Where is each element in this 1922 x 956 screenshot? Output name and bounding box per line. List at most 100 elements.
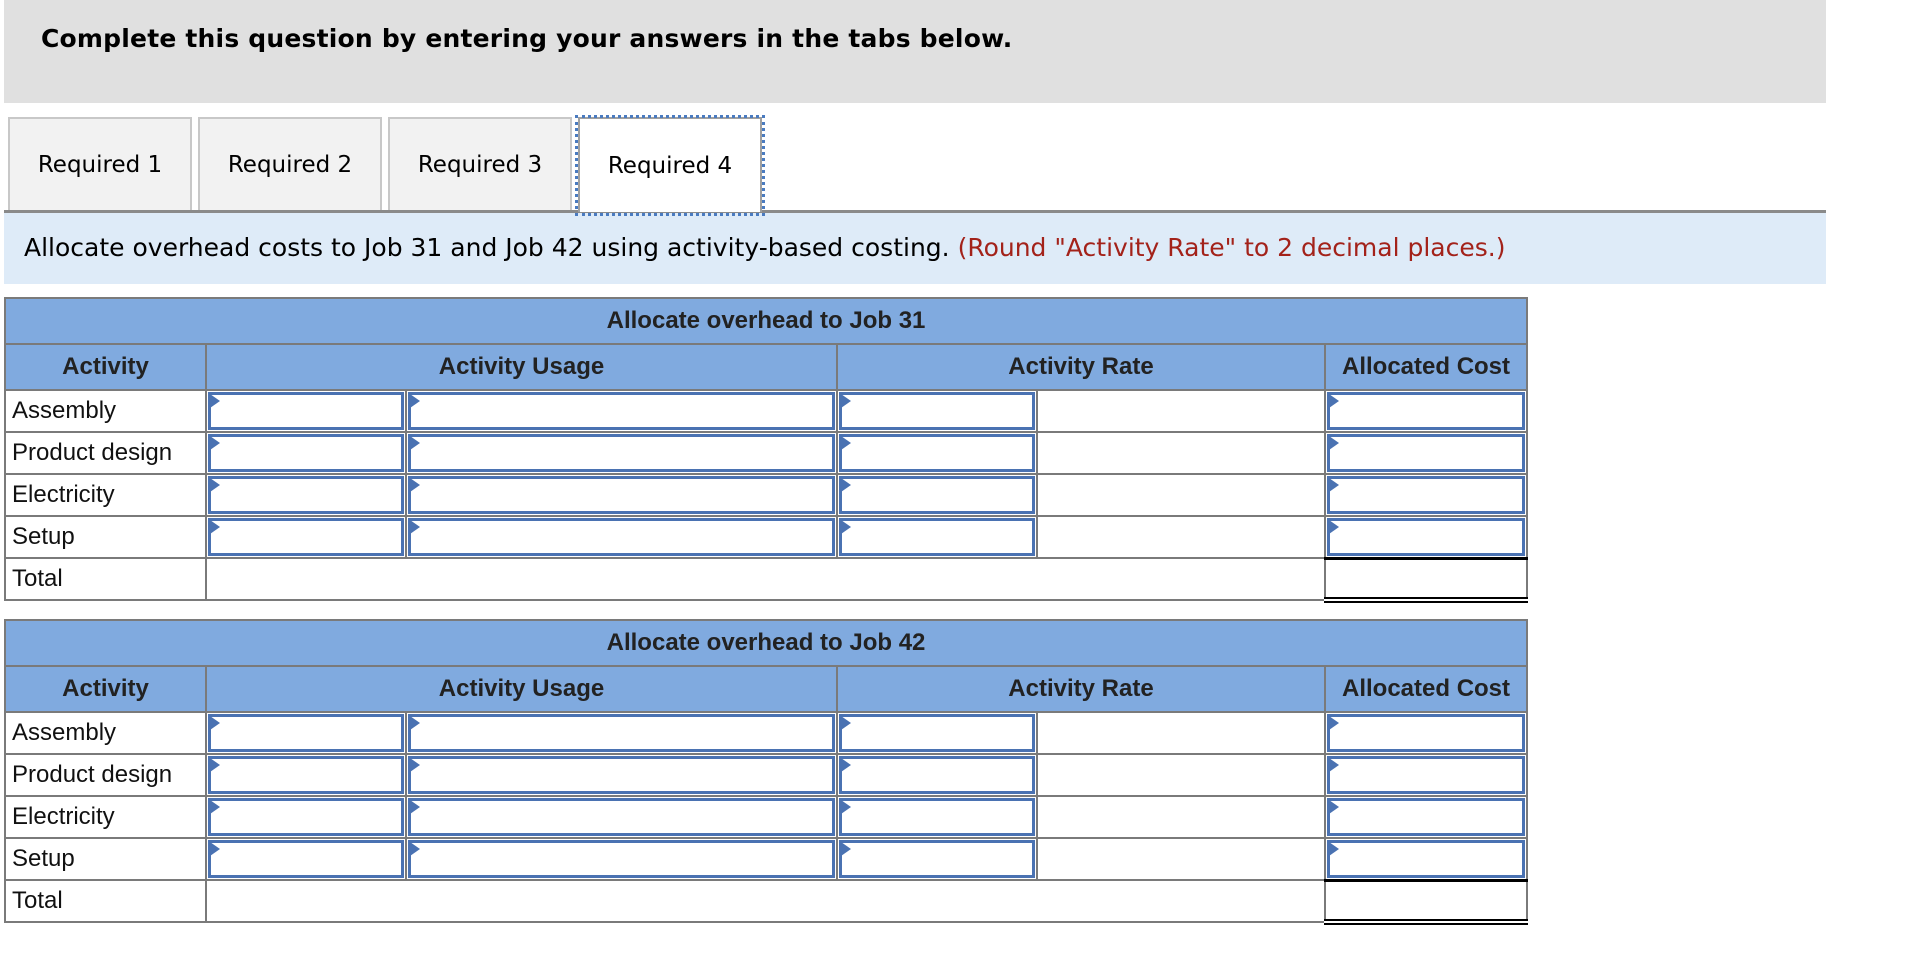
activity-usage-input-b[interactable] (408, 476, 835, 514)
total-blank-cell (205, 879, 1326, 923)
instruction-band: Allocate overhead costs to Job 31 and Jo… (4, 213, 1826, 284)
tab-required-1[interactable]: Required 1 (8, 117, 192, 210)
allocated-cost-input[interactable] (1327, 518, 1526, 556)
activity-usage-input-b-cell (405, 473, 838, 517)
allocated-cost-input[interactable] (1327, 714, 1526, 752)
activity-usage-input-b-cell (405, 837, 838, 881)
activity-rate-input-cell (836, 753, 1038, 797)
input-marker-icon (841, 758, 851, 772)
allocated-cost-input[interactable] (1327, 798, 1526, 836)
input-marker-icon (841, 436, 851, 450)
activity-rate-input[interactable] (839, 798, 1035, 836)
activity-label: Setup (4, 515, 207, 559)
column-header-activity-usage: Activity Usage (205, 343, 838, 391)
allocated-cost-input-cell (1323, 795, 1529, 839)
question-header: Complete this question by entering your … (4, 0, 1826, 103)
activity-usage-input-b[interactable] (408, 518, 835, 556)
allocated-cost-input[interactable] (1327, 840, 1526, 878)
allocated-cost-input-cell (1323, 711, 1529, 755)
activity-usage-input-a[interactable] (208, 476, 404, 514)
allocated-cost-input[interactable] (1327, 434, 1526, 472)
input-marker-icon (410, 842, 420, 856)
activity-usage-input-a[interactable] (208, 714, 404, 752)
table-row: Assembly (4, 711, 1529, 755)
input-marker-icon (1329, 520, 1339, 534)
activity-usage-input-b[interactable] (408, 392, 835, 430)
activity-label: Electricity (4, 795, 207, 839)
activity-usage-input-a-cell (205, 389, 407, 433)
input-marker-icon (210, 758, 220, 772)
column-header-allocated-cost: Allocated Cost (1323, 665, 1529, 713)
activity-usage-input-a[interactable] (208, 392, 404, 430)
activity-rate-blank-cell (1036, 711, 1326, 755)
activity-usage-input-b[interactable] (408, 756, 835, 794)
overhead-table-job-42: Allocate overhead to Job 42 Activity Activ… (3, 619, 1529, 925)
allocated-cost-input[interactable] (1327, 392, 1526, 430)
activity-rate-input[interactable] (839, 392, 1035, 430)
input-marker-icon (210, 394, 220, 408)
activity-usage-input-a-cell (205, 515, 407, 559)
input-marker-icon (1329, 800, 1339, 814)
allocated-cost-input-cell (1323, 389, 1529, 433)
activity-rate-input[interactable] (839, 518, 1035, 556)
activity-rate-input-cell (836, 431, 1038, 475)
activity-usage-input-b-cell (405, 389, 838, 433)
activity-usage-input-a[interactable] (208, 756, 404, 794)
input-marker-icon (841, 716, 851, 730)
activity-usage-input-a-cell (205, 795, 407, 839)
tab-required-3[interactable]: Required 3 (388, 117, 572, 210)
tab-required-4[interactable]: Required 4 (575, 115, 765, 216)
activity-rate-blank-cell (1036, 431, 1326, 475)
activity-rate-input-cell (836, 711, 1038, 755)
column-header-activity-usage: Activity Usage (205, 665, 838, 713)
allocated-cost-input-cell (1323, 473, 1529, 517)
table-row: Electricity (4, 473, 1529, 517)
instruction-text: Allocate overhead costs to Job 31 and Jo… (24, 233, 950, 262)
activity-rate-input[interactable] (839, 714, 1035, 752)
activity-usage-input-b[interactable] (408, 840, 835, 878)
input-marker-icon (1329, 394, 1339, 408)
input-marker-icon (841, 394, 851, 408)
table-row: Setup (4, 837, 1529, 881)
activity-usage-input-a[interactable] (208, 840, 404, 878)
activity-usage-input-a-cell (205, 837, 407, 881)
input-marker-icon (1329, 716, 1339, 730)
tab-required-2[interactable]: Required 2 (198, 117, 382, 210)
activity-usage-input-b[interactable] (408, 714, 835, 752)
activity-rate-input-cell (836, 795, 1038, 839)
allocated-cost-input-cell (1323, 753, 1529, 797)
activity-rate-input-cell (836, 515, 1038, 559)
total-label: Total (4, 557, 207, 601)
activity-usage-input-a[interactable] (208, 798, 404, 836)
total-allocated-cost (1323, 878, 1529, 925)
activity-usage-input-b-cell (405, 753, 838, 797)
activity-rate-blank-cell (1036, 795, 1326, 839)
input-marker-icon (410, 478, 420, 492)
activity-usage-input-a[interactable] (208, 518, 404, 556)
table-row: Assembly (4, 389, 1529, 433)
activity-usage-input-b[interactable] (408, 434, 835, 472)
input-marker-icon (210, 842, 220, 856)
allocated-cost-input[interactable] (1327, 476, 1526, 514)
input-marker-icon (410, 800, 420, 814)
input-marker-icon (410, 758, 420, 772)
activity-usage-input-b[interactable] (408, 798, 835, 836)
input-marker-icon (841, 478, 851, 492)
column-header-activity: Activity (4, 665, 207, 713)
activity-rate-input[interactable] (839, 476, 1035, 514)
activity-usage-input-a[interactable] (208, 434, 404, 472)
input-marker-icon (841, 520, 851, 534)
table-row: Electricity (4, 795, 1529, 839)
overhead-table-job-31: Allocate overhead to Job 31 Activity Activ… (3, 297, 1529, 603)
allocated-cost-input[interactable] (1327, 756, 1526, 794)
table-row: Product design (4, 431, 1529, 475)
table-row: Product design (4, 753, 1529, 797)
input-marker-icon (210, 716, 220, 730)
activity-rate-input[interactable] (839, 434, 1035, 472)
activity-usage-input-a-cell (205, 473, 407, 517)
activity-rate-input[interactable] (839, 840, 1035, 878)
input-marker-icon (210, 520, 220, 534)
table-header-row: Activity Activity Usage Activity Rate Alloc… (4, 343, 1529, 391)
activity-usage-input-a-cell (205, 711, 407, 755)
activity-rate-input[interactable] (839, 756, 1035, 794)
